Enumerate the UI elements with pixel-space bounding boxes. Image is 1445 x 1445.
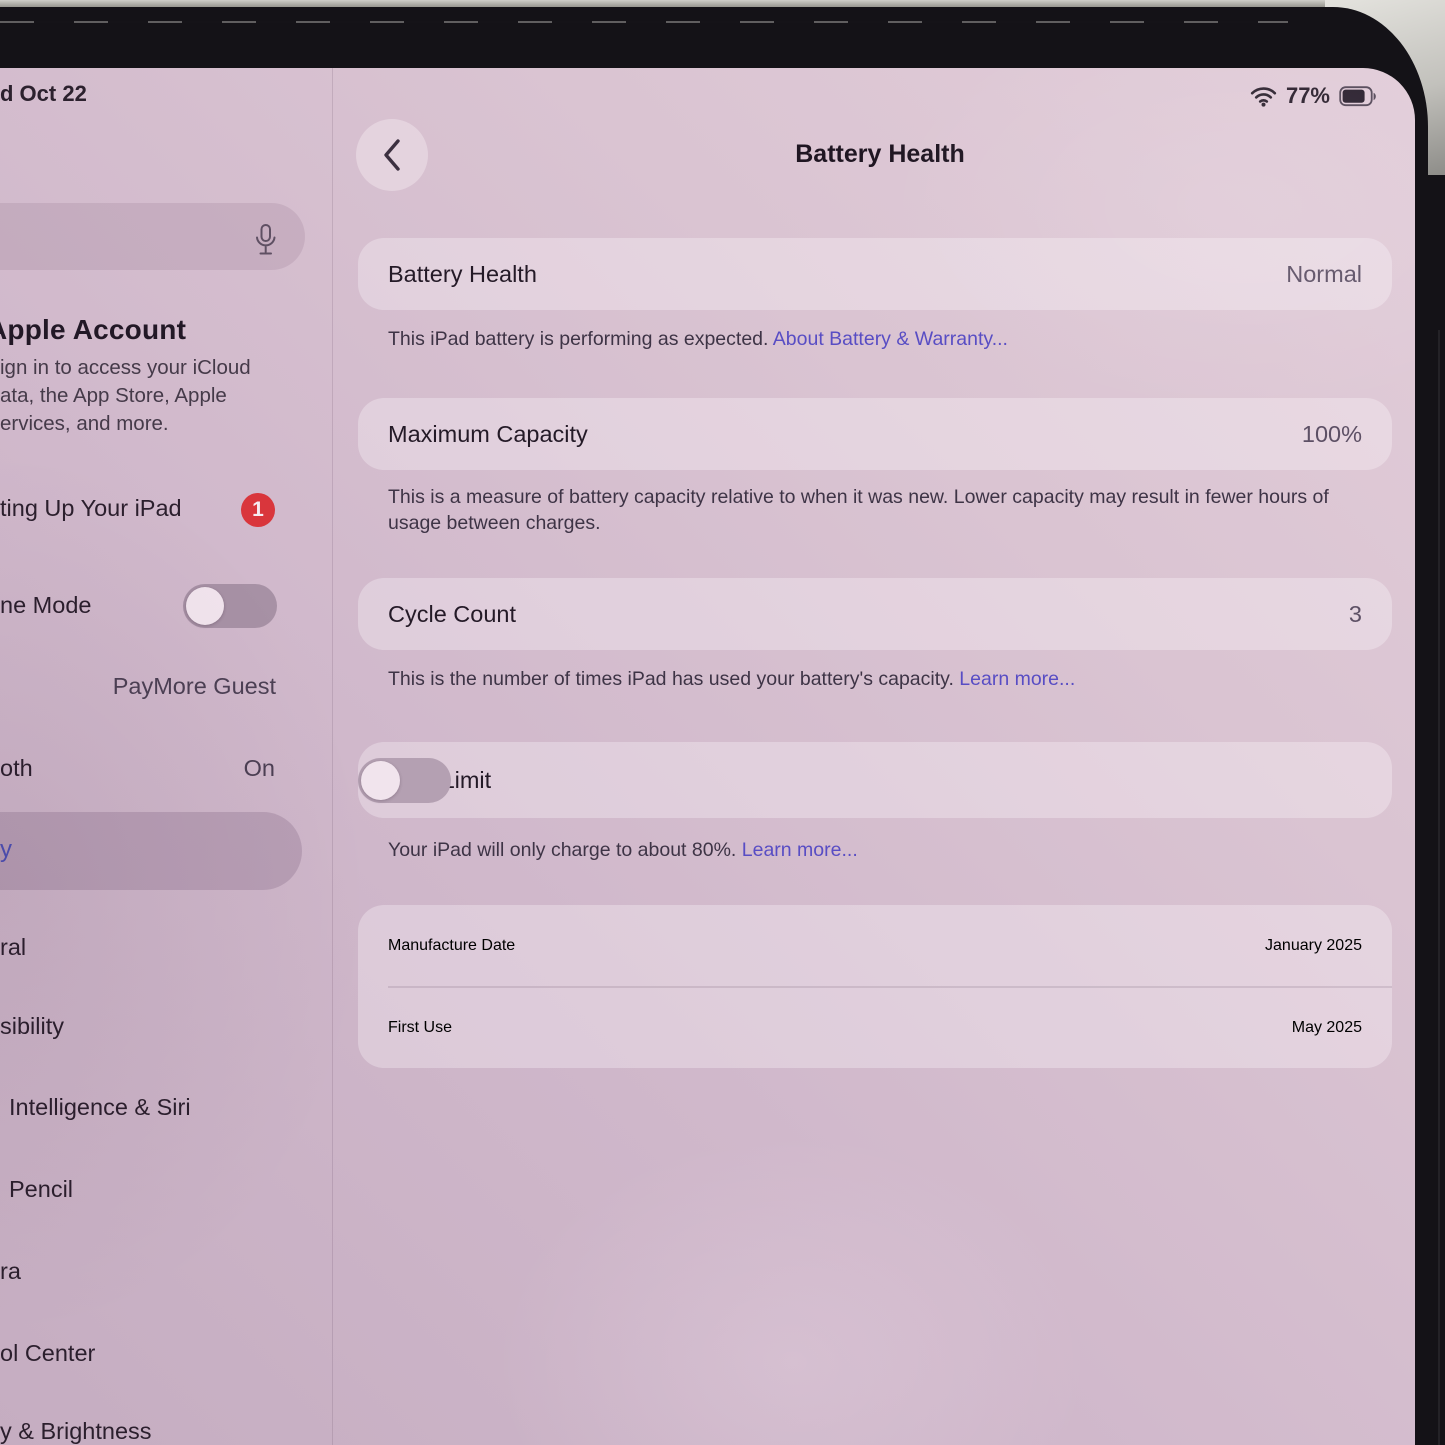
maximum-capacity-label: Maximum Capacity	[388, 421, 588, 448]
cycle-count-caption: This is the number of times iPad has use…	[388, 666, 1075, 692]
battery-health-panel: Battery Health Normal This iPad battery …	[358, 68, 1392, 1445]
bluetooth-value: On	[244, 755, 275, 782]
battery-health-caption: This iPad battery is performing as expec…	[388, 326, 1008, 352]
toggle-knob	[361, 761, 400, 800]
sidebar-item-display-brightness[interactable]: y & Brightness	[0, 1418, 152, 1445]
sidebar-item-apple-pencil[interactable]: Pencil	[9, 1176, 73, 1203]
limit-80-row: 80% Limit	[358, 742, 1392, 818]
toggle-knob	[186, 587, 224, 625]
apple-account-subtitle: ign in to access your iCloud ata, the Ap…	[0, 354, 251, 438]
limit-80-caption: Your iPad will only charge to about 80%.…	[388, 837, 858, 863]
notification-badge: 1	[241, 493, 275, 527]
sidebar-item-control-center[interactable]: ol Center	[0, 1340, 95, 1367]
airplane-mode-toggle[interactable]	[183, 584, 277, 628]
limit-80-learn-more-link[interactable]: Learn more...	[742, 839, 858, 861]
sidebar-item-camera[interactable]: ra	[0, 1258, 21, 1285]
first-use-row: First Use May 2025	[358, 988, 1392, 1069]
manufacture-date-row: Manufacture Date January 2025	[358, 905, 1392, 986]
sidebar-item-airplane-mode: ne Mode	[0, 592, 91, 619]
mic-icon[interactable]	[252, 223, 279, 258]
manufacture-date-label: Manufacture Date	[388, 937, 515, 955]
sidebar-item-intelligence-siri[interactable]: Intelligence & Siri	[9, 1094, 191, 1121]
device-top-edge	[0, 0, 1372, 7]
cycle-count-learn-more-link[interactable]: Learn more...	[959, 668, 1075, 690]
settings-sidebar: Apple Account ign in to access your iClo…	[0, 68, 333, 1445]
sidebar-item-setup[interactable]: ting Up Your iPad	[0, 495, 182, 522]
cycle-count-row: Cycle Count 3	[358, 578, 1392, 650]
bezel-reflection	[0, 21, 1330, 23]
cycle-count-label: Cycle Count	[388, 601, 516, 628]
sidebar-item-general[interactable]: ral	[0, 934, 26, 961]
cycle-count-value: 3	[1349, 601, 1362, 628]
wifi-network-value[interactable]: PayMore Guest	[113, 673, 276, 700]
sidebar-item-battery-label[interactable]: y	[0, 836, 12, 864]
limit-80-toggle[interactable]	[358, 758, 451, 803]
about-battery-warranty-link[interactable]: About Battery & Warranty...	[773, 328, 1008, 350]
bezel-side-reflection	[1438, 330, 1440, 1445]
apple-account-title[interactable]: Apple Account	[0, 314, 186, 346]
first-use-value: May 2025	[1292, 1019, 1362, 1037]
sidebar-item-bluetooth[interactable]: oth	[0, 755, 33, 782]
sidebar-item-battery-selected[interactable]	[0, 812, 302, 890]
sidebar-item-accessibility[interactable]: sibility	[0, 1013, 64, 1040]
maximum-capacity-caption: This is a measure of battery capacity re…	[388, 484, 1353, 536]
battery-dates-card: Manufacture Date January 2025 First Use …	[358, 905, 1392, 1068]
maximum-capacity-value: 100%	[1302, 421, 1362, 448]
ipad-screen: d Oct 22 77%	[0, 68, 1415, 1445]
manufacture-date-value: January 2025	[1265, 937, 1362, 955]
maximum-capacity-row: Maximum Capacity 100%	[358, 398, 1392, 470]
battery-health-row: Battery Health Normal	[358, 238, 1392, 310]
first-use-label: First Use	[388, 1019, 452, 1037]
battery-health-label: Battery Health	[388, 261, 537, 288]
battery-health-value: Normal	[1286, 261, 1362, 288]
